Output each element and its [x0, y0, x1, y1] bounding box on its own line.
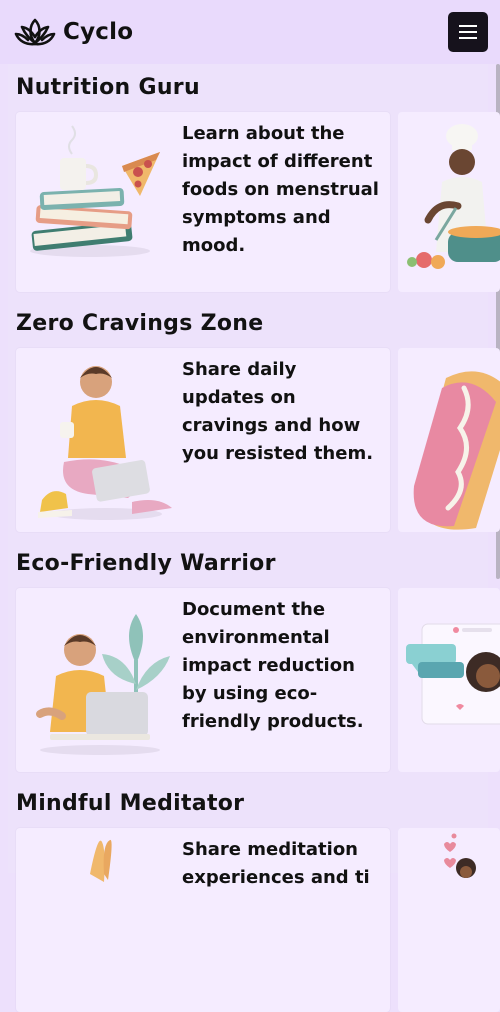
meditation-hands-illustration — [90, 839, 112, 882]
lotus-icon — [14, 18, 56, 46]
hot-dog-illustration — [413, 371, 500, 530]
hamburger-line — [459, 31, 477, 33]
chef-cooking-illustration — [407, 124, 500, 269]
next-card-preview[interactable] — [398, 588, 500, 772]
hamburger-menu-icon — [459, 25, 477, 27]
hearts-person-illustration — [444, 833, 476, 878]
hamburger-line — [459, 37, 477, 39]
next-card-preview[interactable] — [398, 348, 500, 532]
card-description: Learn about the impact of different food… — [182, 123, 379, 256]
menu-button[interactable] — [448, 12, 488, 52]
social-media-chat-illustration — [406, 623, 500, 725]
books-coffee-pizza-illustration — [30, 125, 160, 257]
next-card-preview[interactable] — [398, 112, 500, 292]
person-with-laptop-illustration — [38, 366, 172, 520]
person-laptop-plant-illustration — [36, 614, 170, 755]
next-card-preview[interactable] — [398, 828, 500, 1012]
challenge-card-zero-cravings-zone[interactable]: Share daily updates on cravings and how … — [16, 348, 390, 532]
section-title-nutrition-guru: Nutrition Guru — [16, 75, 200, 100]
logo[interactable]: Cyclo — [14, 16, 133, 48]
card-description: Share meditation experiences and ti — [182, 839, 370, 888]
section-title-eco-friendly-warrior: Eco-Friendly Warrior — [16, 551, 276, 576]
challenge-card-eco-friendly-warrior[interactable]: Document the environmental impact reduct… — [16, 588, 390, 772]
card-description: Document the environmental impact reduct… — [182, 599, 364, 732]
app-header: Cyclo — [0, 0, 500, 64]
challenge-card-mindful-meditator[interactable]: Share meditation experiences and ti — [16, 828, 390, 1012]
card-description: Share daily updates on cravings and how … — [182, 359, 374, 464]
challenge-card-nutrition-guru[interactable]: Learn about the impact of different food… — [16, 112, 390, 292]
section-title-zero-cravings-zone: Zero Cravings Zone — [16, 311, 264, 336]
app-name: Cyclo — [63, 19, 134, 45]
section-title-mindful-meditator: Mindful Meditator — [16, 791, 245, 816]
